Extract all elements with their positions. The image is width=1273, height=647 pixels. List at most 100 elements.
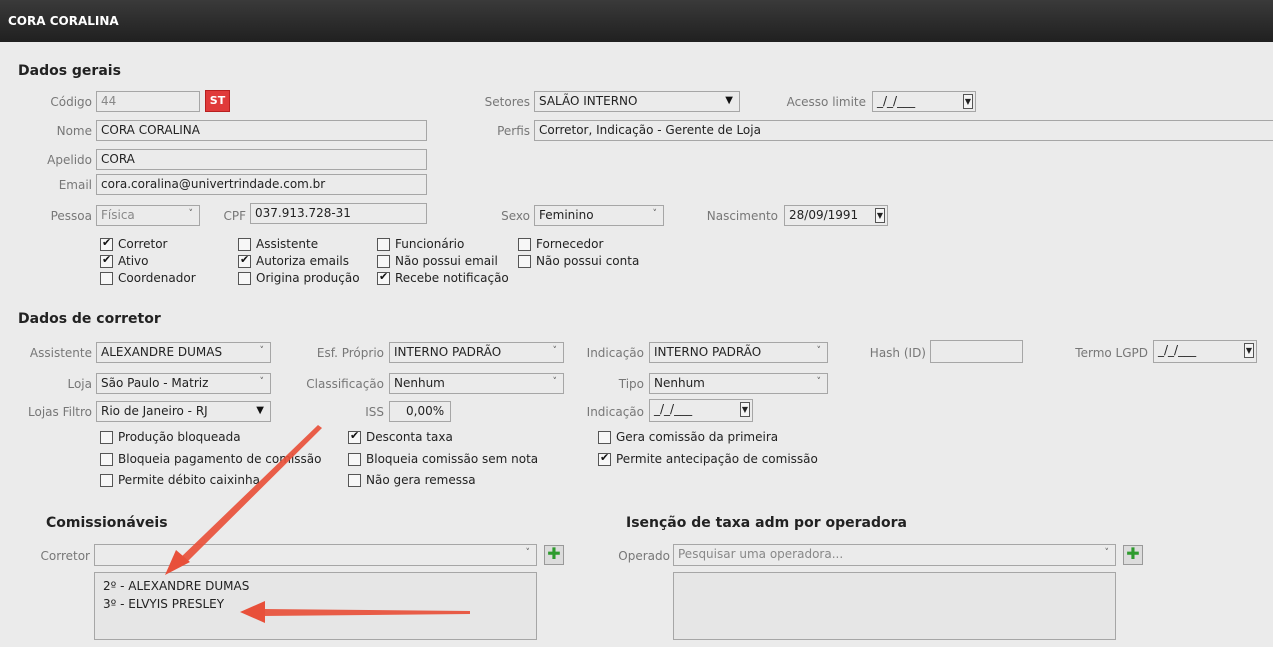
- checkbox-bloqueia-pagamento[interactable]: Bloqueia pagamento de comissão: [100, 452, 321, 466]
- termo-lgpd-date[interactable]: _/_/___ ▼: [1153, 340, 1257, 363]
- indicacao-date[interactable]: _/_/___ ▼: [649, 399, 753, 422]
- tipo-select[interactable]: Nenhum ˅: [649, 373, 828, 394]
- calendar-dropdown-icon[interactable]: ▼: [1244, 343, 1254, 358]
- pessoa-select[interactable]: Física ˅: [96, 205, 200, 226]
- chevron-down-icon: ˅: [552, 377, 558, 387]
- checkbox-box[interactable]: [348, 452, 361, 466]
- checkbox-box[interactable]: [348, 429, 361, 444]
- checkbox-nao-possui-conta[interactable]: Não possui conta: [518, 254, 639, 268]
- checkbox-nao-gera-remessa[interactable]: Não gera remessa: [348, 473, 476, 487]
- checkbox-coordenador[interactable]: Coordenador: [100, 271, 196, 285]
- checkbox-producao-bloqueada[interactable]: Produção bloqueada: [100, 430, 241, 444]
- calendar-dropdown-icon[interactable]: ▼: [875, 208, 885, 223]
- esf-proprio-select[interactable]: INTERNO PADRÃO ˅: [389, 342, 564, 363]
- plus-icon: ✚: [1126, 544, 1140, 563]
- acesso-limite-value: _/_/___: [877, 94, 916, 108]
- checkbox-box[interactable]: [238, 271, 251, 285]
- checkbox-recebe-notificacao[interactable]: Recebe notificação: [377, 270, 509, 285]
- list-item[interactable]: 2º - ALEXANDRE DUMAS: [95, 573, 536, 593]
- nascimento-date[interactable]: 28/09/1991 ▼: [784, 205, 888, 226]
- checkbox-box[interactable]: [377, 270, 390, 285]
- checkbox-label: Desconta taxa: [366, 430, 453, 444]
- classificacao-select[interactable]: Nenhum ˅: [389, 373, 564, 394]
- indicacao-date-label: Indicação: [586, 405, 644, 419]
- checkbox-label: Gera comissão da primeira: [616, 430, 779, 444]
- comissionaveis-list[interactable]: 2º - ALEXANDRE DUMAS 3º - ELVYIS PRESLEY: [94, 572, 537, 640]
- setores-select[interactable]: SALÃO INTERNO ▼: [534, 91, 740, 112]
- email-label: Email: [58, 178, 92, 192]
- cpf-label: CPF: [223, 209, 246, 223]
- chevron-down-icon: ˅: [816, 346, 822, 356]
- checkbox-box[interactable]: [348, 473, 361, 487]
- checkbox-box[interactable]: [100, 236, 113, 251]
- setores-value: SALÃO INTERNO: [539, 94, 638, 108]
- st-button[interactable]: ST: [205, 90, 230, 112]
- checkbox-label: Bloqueia comissão sem nota: [366, 452, 539, 466]
- checkbox-origina-producao[interactable]: Origina produção: [238, 271, 360, 285]
- checkbox-autoriza-emails[interactable]: Autoriza emails: [238, 253, 349, 268]
- checkbox-gera-comissao-primeira[interactable]: Gera comissão da primeira: [598, 430, 778, 444]
- checkbox-box[interactable]: [598, 451, 611, 466]
- loja-value: São Paulo - Matriz: [101, 376, 209, 390]
- window-title: CORA CORALINA: [0, 0, 1273, 42]
- lojas-filtro-select[interactable]: Rio de Janeiro - RJ ▼: [96, 401, 271, 422]
- calendar-dropdown-icon[interactable]: ▼: [963, 94, 973, 109]
- sexo-select[interactable]: Feminino ˅: [534, 205, 664, 226]
- apelido-field[interactable]: CORA: [96, 149, 427, 170]
- comissionaveis-corretor-select[interactable]: ˅: [94, 544, 537, 566]
- acesso-limite-label: Acesso limite: [786, 95, 866, 109]
- chevron-down-icon: ˅: [259, 377, 265, 387]
- hash-field[interactable]: [930, 340, 1023, 363]
- checkbox-box[interactable]: [377, 237, 390, 251]
- checkbox-box[interactable]: [100, 452, 113, 466]
- calendar-dropdown-icon[interactable]: ▼: [740, 402, 750, 417]
- perfis-field[interactable]: Corretor, Indicação - Gerente de Loja: [534, 120, 1273, 141]
- assistente-value: ALEXANDRE DUMAS: [101, 345, 223, 359]
- indicacao-select[interactable]: INTERNO PADRÃO ˅: [649, 342, 828, 363]
- indicacao-value: INTERNO PADRÃO: [654, 345, 762, 359]
- cpf-field[interactable]: 037.913.728-31: [250, 203, 427, 224]
- codigo-field[interactable]: 44: [96, 91, 200, 112]
- checkbox-label: Recebe notificação: [395, 271, 509, 285]
- checkbox-assistente[interactable]: Assistente: [238, 237, 318, 251]
- checkbox-permite-debito[interactable]: Permite débito caixinha: [100, 473, 260, 487]
- checkbox-box[interactable]: [377, 254, 390, 268]
- checkbox-label: Permite débito caixinha: [118, 473, 260, 487]
- checkbox-box[interactable]: [518, 254, 531, 268]
- add-corretor-button[interactable]: ✚: [544, 545, 564, 565]
- checkbox-box[interactable]: [100, 253, 113, 268]
- checkbox-corretor[interactable]: Corretor: [100, 236, 168, 251]
- checkbox-ativo[interactable]: Ativo: [100, 253, 148, 268]
- iss-field[interactable]: 0,00%: [389, 401, 451, 422]
- section-comissionaveis: Comissionáveis: [46, 515, 168, 531]
- assistente-select[interactable]: ALEXANDRE DUMAS ˅: [96, 342, 271, 363]
- checkbox-box[interactable]: [238, 237, 251, 251]
- checkbox-box[interactable]: [100, 430, 113, 444]
- checkbox-desconta-taxa[interactable]: Desconta taxa: [348, 429, 453, 444]
- operadora-select[interactable]: Pesquisar uma operadora... ˅: [673, 544, 1116, 566]
- operadora-list[interactable]: [673, 572, 1116, 640]
- checkbox-box[interactable]: [100, 473, 113, 487]
- sexo-label: Sexo: [501, 209, 530, 223]
- checkbox-label: Não possui conta: [536, 254, 640, 268]
- checkbox-nao-possui-email[interactable]: Não possui email: [377, 254, 498, 268]
- checkbox-label: Corretor: [118, 237, 168, 251]
- checkbox-box[interactable]: [518, 237, 531, 251]
- checkbox-box[interactable]: [598, 430, 611, 444]
- add-operadora-button[interactable]: ✚: [1123, 545, 1143, 565]
- acesso-limite-date[interactable]: _/_/___ ▼: [872, 91, 976, 112]
- loja-select[interactable]: São Paulo - Matriz ˅: [96, 373, 271, 394]
- list-item[interactable]: 3º - ELVYIS PRESLEY: [95, 593, 536, 611]
- checkbox-fornecedor[interactable]: Fornecedor: [518, 237, 603, 251]
- checkbox-box[interactable]: [238, 253, 251, 268]
- email-field[interactable]: cora.coralina@univertrindade.com.br: [96, 174, 427, 195]
- checkbox-label: Coordenador: [118, 271, 196, 285]
- checkbox-label: Não gera remessa: [366, 473, 476, 487]
- nascimento-value: 28/09/1991: [789, 208, 859, 222]
- checkbox-permite-antecipacao[interactable]: Permite antecipação de comissão: [598, 451, 818, 466]
- checkbox-bloqueia-comissao-sem-nota[interactable]: Bloqueia comissão sem nota: [348, 452, 538, 466]
- checkbox-funcionario[interactable]: Funcionário: [377, 237, 464, 251]
- nome-field[interactable]: CORA CORALINA: [96, 120, 427, 141]
- checkbox-box[interactable]: [100, 271, 113, 285]
- iss-label: ISS: [365, 405, 384, 419]
